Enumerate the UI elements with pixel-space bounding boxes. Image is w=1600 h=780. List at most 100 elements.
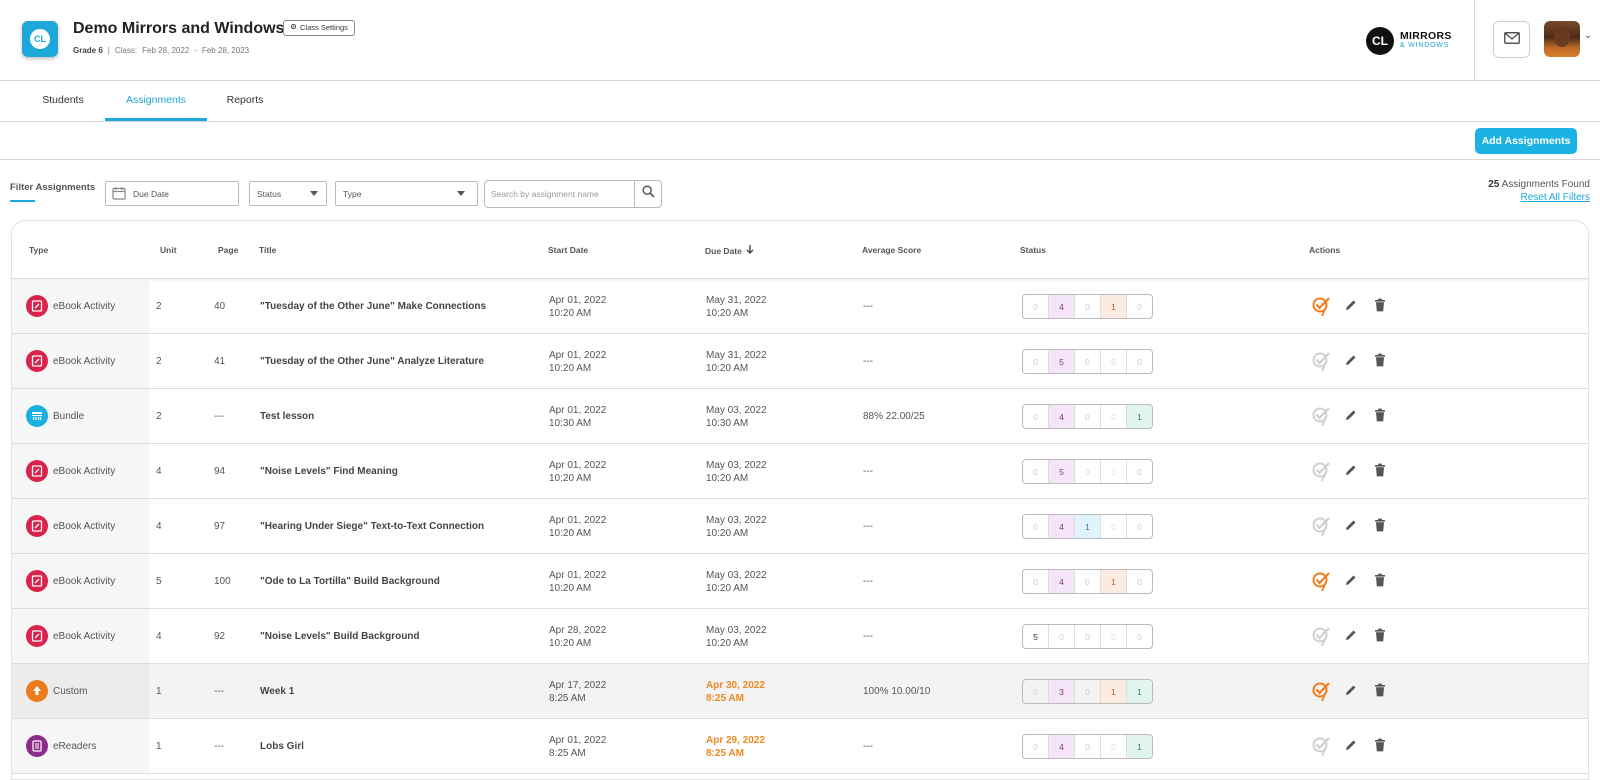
status-count-0[interactable]: 0 bbox=[1023, 405, 1049, 428]
pencil-icon[interactable] bbox=[1341, 678, 1361, 702]
status-count-0[interactable]: 0 bbox=[1023, 680, 1049, 703]
user-avatar[interactable] bbox=[1544, 21, 1580, 57]
status-count-3[interactable]: 0 bbox=[1101, 405, 1127, 428]
status-count-0[interactable]: 0 bbox=[1023, 350, 1049, 373]
pencil-icon[interactable] bbox=[1341, 293, 1361, 317]
table-row[interactable]: eBook Activity 5 100 "Ode to La Tortilla" B… bbox=[12, 554, 1588, 609]
header-title[interactable]: Title bbox=[259, 245, 276, 255]
status-count-4[interactable]: 0 bbox=[1127, 515, 1152, 538]
status-count-1[interactable]: 0 bbox=[1049, 625, 1075, 648]
status-count-1[interactable]: 4 bbox=[1049, 515, 1075, 538]
status-count-2[interactable]: 0 bbox=[1075, 735, 1101, 758]
table-row[interactable]: eBook Activity 4 94 "Noise Levels" Find Mea… bbox=[12, 444, 1588, 499]
status-count-3[interactable]: 1 bbox=[1101, 680, 1127, 703]
status-count-2[interactable]: 0 bbox=[1075, 350, 1101, 373]
table-row[interactable]: Custom 1 --- Week 1 Apr 17, 2022 8:25 AM Apr 3… bbox=[12, 664, 1588, 719]
reset-filters-link[interactable]: Reset All Filters bbox=[1488, 191, 1590, 204]
table-row[interactable]: eBook Activity 2 40 "Tuesday of the Other J… bbox=[12, 279, 1588, 334]
trash-icon[interactable] bbox=[1370, 348, 1390, 372]
status-count-4[interactable]: 0 bbox=[1127, 295, 1152, 318]
status-count-2[interactable]: 0 bbox=[1075, 680, 1101, 703]
type-filter-select[interactable]: Type bbox=[335, 181, 478, 206]
class-logo[interactable]: CL bbox=[22, 21, 58, 57]
trash-icon[interactable] bbox=[1370, 513, 1390, 537]
trash-icon[interactable] bbox=[1370, 403, 1390, 427]
status-count-4[interactable]: 1 bbox=[1127, 405, 1152, 428]
check-grade-icon[interactable] bbox=[1312, 348, 1332, 372]
header-page[interactable]: Page bbox=[218, 245, 238, 255]
assignment-title[interactable]: Test lesson bbox=[260, 411, 314, 422]
tab-reports[interactable]: Reports bbox=[207, 81, 283, 121]
pencil-icon[interactable] bbox=[1341, 513, 1361, 537]
status-count-4[interactable]: 0 bbox=[1127, 570, 1152, 593]
table-row[interactable]: Bundle 2 --- Test lesson Apr 01, 2022 10:30 A… bbox=[12, 389, 1588, 444]
class-settings-button[interactable]: Class Settings bbox=[283, 20, 355, 36]
check-grade-icon[interactable] bbox=[1312, 458, 1332, 482]
pencil-icon[interactable] bbox=[1341, 733, 1361, 757]
status-count-0[interactable]: 0 bbox=[1023, 460, 1049, 483]
header-due-date[interactable]: Due Date bbox=[705, 245, 754, 256]
status-count-2[interactable]: 0 bbox=[1075, 460, 1101, 483]
tab-students[interactable]: Students bbox=[20, 81, 106, 121]
trash-icon[interactable] bbox=[1370, 293, 1390, 317]
status-count-3[interactable]: 0 bbox=[1101, 460, 1127, 483]
status-count-1[interactable]: 4 bbox=[1049, 295, 1075, 318]
trash-icon[interactable] bbox=[1370, 568, 1390, 592]
status-count-3[interactable]: 0 bbox=[1101, 735, 1127, 758]
trash-icon[interactable] bbox=[1370, 733, 1390, 757]
status-count-3[interactable]: 1 bbox=[1101, 295, 1127, 318]
check-grade-icon[interactable] bbox=[1312, 293, 1332, 317]
tab-assignments[interactable]: Assignments bbox=[105, 81, 207, 121]
messages-button[interactable] bbox=[1493, 21, 1530, 58]
header-status[interactable]: Status bbox=[1020, 245, 1046, 255]
search-input[interactable] bbox=[485, 181, 634, 207]
assignment-title[interactable]: "Noise Levels" Find Meaning bbox=[260, 466, 398, 477]
assignment-title[interactable]: "Noise Levels" Build Background bbox=[260, 631, 420, 642]
assignment-title[interactable]: "Ode to La Tortilla" Build Background bbox=[260, 576, 440, 587]
table-row[interactable]: eReaders 1 --- Lobs Girl Apr 01, 2022 8:25 AM… bbox=[12, 719, 1588, 774]
trash-icon[interactable] bbox=[1370, 678, 1390, 702]
status-count-2[interactable]: 0 bbox=[1075, 405, 1101, 428]
status-count-3[interactable]: 0 bbox=[1101, 515, 1127, 538]
header-average-score[interactable]: Average Score bbox=[862, 245, 921, 255]
due-date-filter[interactable]: Due Date bbox=[105, 181, 239, 206]
status-count-0[interactable]: 0 bbox=[1023, 570, 1049, 593]
header-type[interactable]: Type bbox=[29, 245, 48, 255]
status-count-1[interactable]: 4 bbox=[1049, 735, 1075, 758]
status-count-0[interactable]: 0 bbox=[1023, 515, 1049, 538]
assignment-title[interactable]: "Tuesday of the Other June" Make Connect… bbox=[260, 301, 486, 312]
status-count-1[interactable]: 5 bbox=[1049, 350, 1075, 373]
status-count-2[interactable]: 0 bbox=[1075, 570, 1101, 593]
status-count-0[interactable]: 5 bbox=[1023, 625, 1049, 648]
header-unit[interactable]: Unit bbox=[160, 245, 177, 255]
status-count-1[interactable]: 4 bbox=[1049, 570, 1075, 593]
pencil-icon[interactable] bbox=[1341, 458, 1361, 482]
search-button[interactable] bbox=[634, 181, 661, 207]
header-start-date[interactable]: Start Date bbox=[548, 245, 588, 255]
assignment-title[interactable]: "Hearing Under Siege" Text-to-Text Conne… bbox=[260, 521, 484, 532]
check-grade-icon[interactable] bbox=[1312, 678, 1332, 702]
table-row[interactable]: eBook Activity 4 97 "Hearing Under Siege" T… bbox=[12, 499, 1588, 554]
check-grade-icon[interactable] bbox=[1312, 568, 1332, 592]
assignment-title[interactable]: Week 1 bbox=[260, 686, 294, 697]
pencil-icon[interactable] bbox=[1341, 403, 1361, 427]
status-count-1[interactable]: 3 bbox=[1049, 680, 1075, 703]
chevron-down-icon[interactable]: ⌄ bbox=[1584, 30, 1592, 41]
status-count-4[interactable]: 0 bbox=[1127, 460, 1152, 483]
status-count-4[interactable]: 0 bbox=[1127, 350, 1152, 373]
pencil-icon[interactable] bbox=[1341, 623, 1361, 647]
check-grade-icon[interactable] bbox=[1312, 403, 1332, 427]
trash-icon[interactable] bbox=[1370, 458, 1390, 482]
status-count-4[interactable]: 0 bbox=[1127, 625, 1152, 648]
status-count-1[interactable]: 5 bbox=[1049, 460, 1075, 483]
trash-icon[interactable] bbox=[1370, 623, 1390, 647]
status-count-3[interactable]: 1 bbox=[1101, 570, 1127, 593]
status-count-0[interactable]: 0 bbox=[1023, 295, 1049, 318]
status-count-2[interactable]: 1 bbox=[1075, 515, 1101, 538]
check-grade-icon[interactable] bbox=[1312, 733, 1332, 757]
add-assignments-button[interactable]: Add Assignments bbox=[1475, 128, 1577, 154]
status-count-4[interactable]: 1 bbox=[1127, 735, 1152, 758]
status-count-3[interactable]: 0 bbox=[1101, 350, 1127, 373]
status-filter-select[interactable]: Status bbox=[249, 181, 327, 206]
status-count-1[interactable]: 4 bbox=[1049, 405, 1075, 428]
